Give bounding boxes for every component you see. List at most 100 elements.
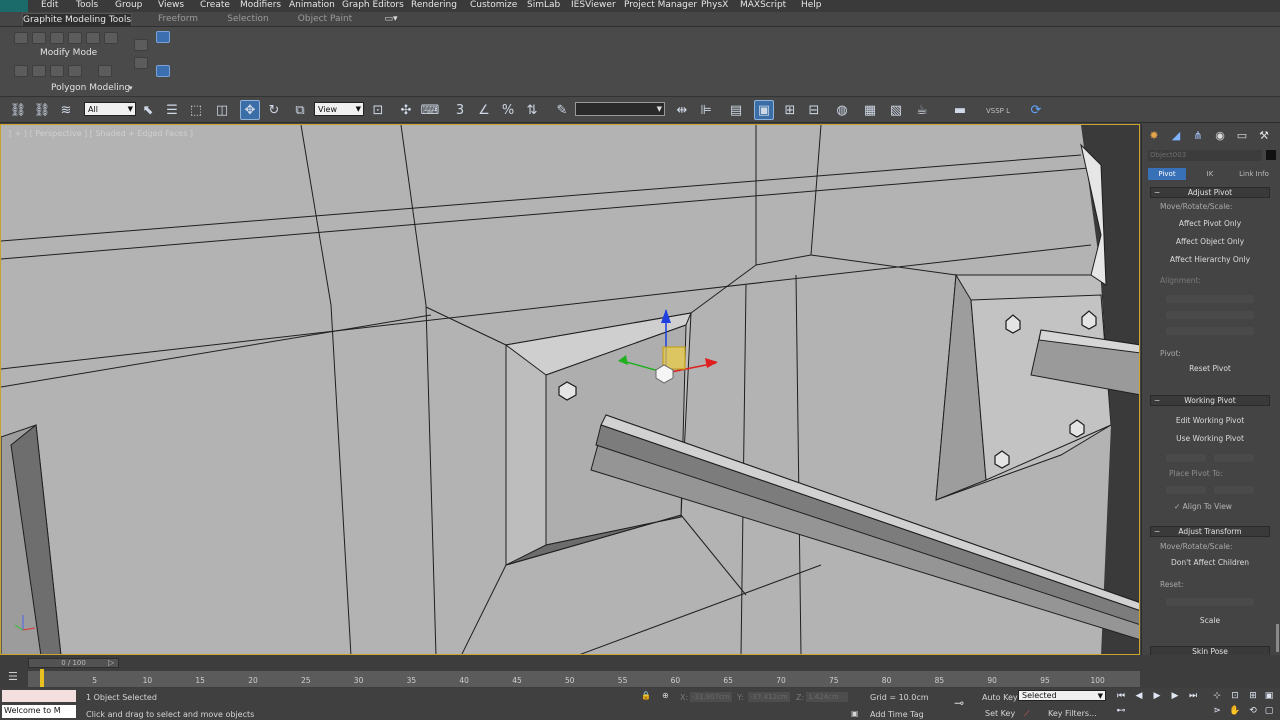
display-tab-icon[interactable]: ▭ [1234, 128, 1250, 142]
affect-object-only-button[interactable]: Affect Object Only [1162, 235, 1258, 248]
reset-pivot-button[interactable]: Reset Pivot [1162, 362, 1258, 375]
maximize-viewport-icon[interactable]: ▣ [1262, 691, 1276, 703]
ribbon-button[interactable] [134, 39, 148, 51]
go-to-end-icon[interactable]: ⏭ [1186, 691, 1200, 703]
adjust-pivot-rollout[interactable]: − Adjust Pivot [1150, 187, 1270, 198]
z-coordinate-field[interactable]: 1.424cm [806, 692, 848, 702]
material-editor-icon[interactable]: ◍ [832, 100, 852, 120]
maximize-toggle-icon[interactable]: ▢ [1262, 706, 1276, 718]
working-pivot-rollout[interactable]: − Working Pivot [1150, 395, 1270, 406]
menu-views[interactable]: Views [158, 0, 184, 12]
field-of-view-icon[interactable]: ⋗ [1210, 706, 1224, 718]
ribbon-button[interactable] [86, 32, 100, 44]
menu-iesviewer[interactable]: IESViewer [571, 0, 616, 12]
command-panel-scrollbar[interactable] [1276, 624, 1279, 652]
ribbon-button[interactable] [98, 65, 112, 77]
use-working-pivot-button[interactable]: Use Working Pivot [1162, 432, 1258, 445]
hierarchy-tab-icon[interactable]: ⋔ [1190, 128, 1206, 142]
key-filters-button[interactable]: Key Filters... [1048, 709, 1097, 718]
time-tag-icon[interactable]: ▣ [851, 709, 859, 718]
zoom-icon[interactable]: ⊡ [1228, 691, 1242, 703]
refresh-icon[interactable]: ⟳ [1026, 100, 1046, 120]
snaps-toggle-icon[interactable]: 3 [450, 100, 470, 120]
menu-maxscript[interactable]: MAXScript [740, 0, 786, 12]
angle-snap-icon[interactable]: ∠ [474, 100, 494, 120]
maxscript-listener-field[interactable]: Welcome to M [2, 705, 76, 718]
orbit-icon[interactable]: ⟲ [1246, 706, 1260, 718]
named-selection-set-dropdown[interactable]: ▼ [575, 102, 665, 116]
ribbon-button[interactable] [50, 65, 64, 77]
surface-button[interactable] [1214, 486, 1254, 494]
create-tab-icon[interactable]: ✸ [1146, 128, 1162, 142]
object-name-field[interactable]: Object003 [1148, 150, 1262, 161]
pivot-center-icon[interactable]: ⊡ [368, 100, 388, 120]
utilities-tab-icon[interactable]: ⚒ [1256, 128, 1272, 142]
reset-working-pivot-button[interactable] [1214, 454, 1254, 462]
select-object-icon[interactable]: ⬉ [138, 100, 158, 120]
add-time-tag-button[interactable]: Add Time Tag [870, 710, 924, 719]
edit-named-selection-icon[interactable]: ✎ [552, 100, 572, 120]
menu-animation[interactable]: Animation [289, 0, 335, 12]
tab-freeform[interactable]: Freeform [150, 13, 206, 26]
bind-space-warp-icon[interactable]: ≋ [56, 100, 76, 120]
transform-button[interactable] [1166, 598, 1254, 606]
ribbon-options-icon[interactable]: ▭▾ [380, 13, 402, 26]
unlink-icon[interactable]: ⛓ [32, 100, 52, 120]
ribbon-toggle-icon[interactable] [156, 31, 170, 43]
subtab-ik[interactable]: IK [1192, 168, 1228, 180]
select-and-move-icon[interactable]: ✥ [240, 100, 260, 120]
reference-coordinate-dropdown[interactable]: View ▼ [314, 102, 364, 116]
affect-pivot-only-button[interactable]: Affect Pivot Only [1162, 217, 1258, 230]
zoom-all-icon[interactable]: ⊞ [1246, 691, 1260, 703]
go-to-start-icon[interactable]: ⏮ [1114, 691, 1128, 703]
next-frame-icon[interactable]: ▷ [108, 658, 114, 667]
rectangular-selection-icon[interactable]: ⬚ [186, 100, 206, 120]
view-button[interactable] [1166, 486, 1206, 494]
ribbon-button[interactable] [104, 32, 118, 44]
menu-rendering[interactable]: Rendering [411, 0, 457, 12]
vray-frame-buffer-icon[interactable]: ▬ [950, 100, 970, 120]
select-and-scale-icon[interactable]: ⧉ [290, 100, 310, 120]
menu-create[interactable]: Create [200, 0, 230, 12]
render-production-icon[interactable]: ☕ [912, 100, 932, 120]
polygon-modeling-dropdown[interactable]: Polygon Modeling [51, 83, 130, 93]
viewport-label[interactable]: [ + ] [ Perspective ] [ Shaded + Edged F… [9, 129, 193, 138]
graphite-toggle-icon[interactable]: ▣ [754, 100, 774, 120]
ribbon-button[interactable] [134, 57, 148, 69]
select-link-icon[interactable]: ⛓ [8, 100, 28, 120]
align-to-object-button[interactable] [1166, 311, 1254, 319]
align-to-view-checkbox[interactable]: ✓ Align To View [1174, 502, 1232, 511]
menu-modifiers[interactable]: Modifiers [240, 0, 281, 12]
spinner-snap-icon[interactable]: ⇅ [522, 100, 542, 120]
lock-icon[interactable]: 🔒 [641, 691, 651, 700]
motion-tab-icon[interactable]: ◉ [1212, 128, 1228, 142]
align-icon[interactable]: ⊫ [696, 100, 716, 120]
previous-frame-icon[interactable]: ◀ [1132, 691, 1146, 703]
ribbon-button[interactable] [68, 32, 82, 44]
window-crossing-icon[interactable]: ◫ [212, 100, 232, 120]
ribbon-button[interactable] [32, 65, 46, 77]
affect-hierarchy-only-button[interactable]: Affect Hierarchy Only [1162, 253, 1258, 266]
key-mode-toggle-icon[interactable]: ⊷ [1114, 706, 1128, 718]
select-by-name-icon[interactable]: ☰ [162, 100, 182, 120]
select-and-rotate-icon[interactable]: ↻ [264, 100, 284, 120]
tab-graphite-modeling-tools[interactable]: Graphite Modeling Tools [22, 13, 132, 26]
menu-simlab[interactable]: SimLab [527, 0, 560, 12]
menu-edit[interactable]: Edit [41, 0, 58, 12]
mini-curve-editor-icon[interactable]: ☰ [8, 670, 18, 683]
modify-tab-icon[interactable]: ◢ [1168, 128, 1184, 142]
render-setup-icon[interactable]: ▦ [860, 100, 880, 120]
layer-manager-icon[interactable]: ▤ [726, 100, 746, 120]
menu-customize[interactable]: Customize [470, 0, 517, 12]
menu-tools[interactable]: Tools [76, 0, 98, 12]
subtab-link-info[interactable]: Link Info [1232, 168, 1276, 180]
ribbon-button[interactable] [32, 32, 46, 44]
menu-project-manager[interactable]: Project Manager [624, 0, 697, 12]
object-color-swatch[interactable] [1266, 150, 1276, 160]
y-coordinate-field[interactable]: -37.412cm [748, 692, 790, 702]
x-coordinate-field[interactable]: -31.907cm [690, 692, 732, 702]
app-logo[interactable] [0, 0, 28, 12]
scale-button[interactable]: Scale [1162, 614, 1258, 627]
absolute-mode-icon[interactable]: ⊕ [662, 691, 669, 700]
ribbon-button[interactable] [14, 65, 28, 77]
